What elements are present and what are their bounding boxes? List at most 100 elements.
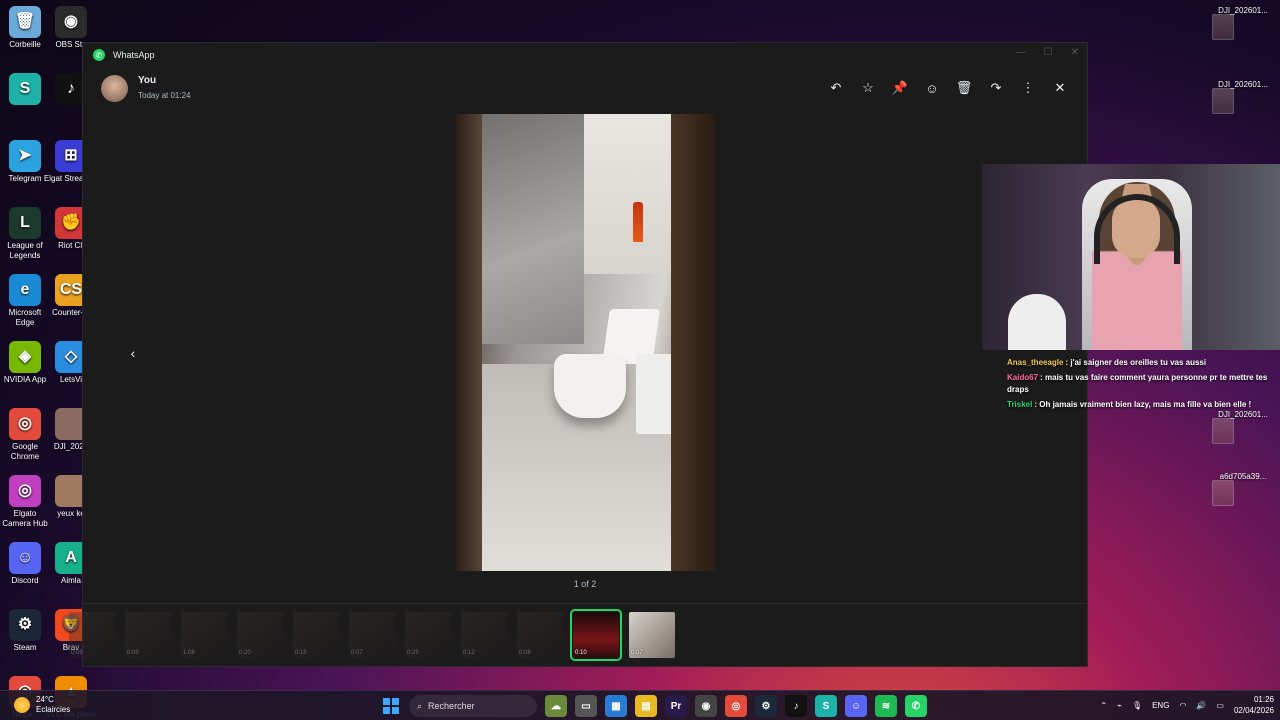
chevron-up-icon[interactable]: ⌃: [1100, 701, 1107, 710]
recycle-bin-icon: 🗑: [9, 6, 41, 38]
webcam-overlay: [982, 164, 1280, 350]
widgets-icon[interactable]: ☁: [545, 695, 567, 717]
reply-icon[interactable]: ↶: [827, 79, 845, 97]
language-indicator[interactable]: ENG: [1152, 701, 1169, 710]
maximize-icon[interactable]: ☐: [1044, 47, 1053, 58]
chat-username: Triskel: [1007, 400, 1033, 409]
media-thumbnail[interactable]: 0:20: [237, 612, 283, 658]
volume-icon[interactable]: 🔊: [1196, 701, 1206, 710]
media-counter: 1 of 2: [573, 579, 597, 589]
media-thumbnail[interactable]: 0:08: [517, 612, 563, 658]
message-timestamp: Today at 01:24: [138, 91, 191, 100]
discord-icon: ☺: [9, 542, 41, 574]
window-title: WhatsApp: [113, 50, 155, 60]
taskbar: 24°C Eclaircies ⌕ Rechercher ☁ ▭ ▦ ▤ Pr ◉ ◎ ⚙ ♪ S…: [0, 690, 1280, 720]
weather-widget[interactable]: 24°C Eclaircies: [14, 695, 70, 715]
microphone-icon[interactable]: 🎙: [1132, 701, 1142, 710]
stream-chat-overlay: Anas_theeagle: j'ai saigner des oreilles…: [1007, 357, 1277, 414]
star-icon[interactable]: ☆: [859, 79, 877, 97]
media-thumbnail[interactable]: 0:09: [69, 612, 115, 658]
taskbar-center: ⌕ Rechercher ☁ ▭ ▦ ▤ Pr ◉ ◎ ⚙ ♪ S ☺ ≋ ✆: [381, 695, 927, 717]
camera-hub-icon: ◎: [9, 475, 41, 507]
steam-icon: ⚙: [9, 609, 41, 641]
thumbnail-duration: 0:12: [463, 650, 475, 656]
thumbnail-duration: 0:07: [351, 650, 363, 656]
thumbnail-duration: 1:08: [183, 650, 195, 656]
forward-icon[interactable]: ↷: [987, 79, 1005, 97]
clock-date: 02/04/2026: [1233, 706, 1274, 715]
thumbnail-duration: 0:09: [71, 650, 83, 656]
chrome-icon[interactable]: ◎: [725, 695, 747, 717]
telegram-icon: ➤: [9, 140, 41, 172]
image-file-icon: [1212, 480, 1234, 506]
league-of-legends-icon: L: [9, 207, 41, 239]
wifi-icon[interactable]: ◠: [1179, 701, 1186, 710]
file-explorer-icon[interactable]: ▤: [635, 695, 657, 717]
media-thumbnail[interactable]: 0:07: [349, 612, 395, 658]
pin-icon[interactable]: 📌: [891, 79, 909, 97]
task-view-icon[interactable]: ▭: [575, 695, 597, 717]
media-thumbnail[interactable]: 0:12: [461, 612, 507, 658]
minimize-icon[interactable]: —: [1016, 47, 1026, 58]
more-icon[interactable]: ⋮: [1019, 79, 1037, 97]
chat-username: Anas_theeagle: [1007, 358, 1064, 367]
emoji-icon[interactable]: ☺: [923, 79, 941, 97]
thumbnail-strip: 0:09 0:09 1:08 0:20 0:15 0:07 0:25 0:12 0:08 0:10…: [69, 603, 1087, 663]
viewer-header: You Today at 01:24 ↶ ☆ 📌 ☺ 🗑 ↷ ⋮ ✕: [83, 71, 1087, 107]
chat-message: Triskel: Oh jamais vraiment bien lazy, m…: [1007, 400, 1252, 409]
obs-icon: ◉: [55, 6, 87, 38]
viewer-toolbar: ↶ ☆ 📌 ☺ 🗑 ↷ ⋮ ✕: [827, 79, 1069, 97]
discord-icon[interactable]: ☺: [845, 695, 867, 717]
thumbnail-duration: 0:08: [519, 650, 531, 656]
media-thumbnail[interactable]: 0:07: [629, 612, 675, 658]
surfshark-icon[interactable]: S: [815, 695, 837, 717]
chrome-icon: ◎: [9, 408, 41, 440]
clock-time: 01:26: [1253, 695, 1274, 704]
close-icon[interactable]: ✕: [1051, 79, 1069, 97]
image-file-icon: [1212, 418, 1234, 444]
chat-message: Kaido67: mais tu vas faire comment yaura…: [1007, 373, 1268, 394]
weather-icon: [14, 697, 30, 713]
chat-message: Anas_theeagle: j'ai saigner des oreilles…: [1007, 358, 1207, 367]
clock[interactable]: 01:26 02/04/2026: [1234, 694, 1274, 716]
window-close-icon[interactable]: ✕: [1071, 47, 1079, 58]
search-box[interactable]: ⌕ Rechercher: [409, 695, 537, 717]
weather-temp: 24°C: [36, 695, 54, 704]
edge-icon: e: [9, 274, 41, 306]
desktop-file-icon[interactable]: a6d705a39...: [1212, 472, 1274, 506]
whatsapp-window: ✆ WhatsApp — ☐ ✕ You Today at 01:24 ↶ ☆ 📌 ☺…: [69, 42, 1088, 667]
network-icon[interactable]: ⌁: [1117, 701, 1122, 710]
media-thumbnail[interactable]: 0:15: [293, 612, 339, 658]
nvidia-icon: ◈: [9, 341, 41, 373]
chat-text: Oh jamais vraiment bien lazy, mais ma fi…: [1039, 400, 1252, 409]
davinci-icon[interactable]: ◉: [695, 695, 717, 717]
thumbnail-duration: 0:25: [407, 650, 419, 656]
window-titlebar[interactable]: ✆ WhatsApp — ☐ ✕: [83, 43, 1087, 67]
chevron-left-icon[interactable]: ‹: [125, 345, 141, 361]
store-icon[interactable]: ▦: [605, 695, 627, 717]
whatsapp-logo-icon: ✆: [93, 49, 105, 61]
start-button[interactable]: [381, 696, 401, 716]
media-thumbnail[interactable]: 0:25: [405, 612, 451, 658]
avatar[interactable]: [101, 75, 128, 102]
premiere-icon[interactable]: Pr: [665, 695, 687, 717]
thumbnail-duration: 0:15: [295, 650, 307, 656]
media-thumbnail[interactable]: 0:09: [125, 612, 171, 658]
spotify-icon[interactable]: ≋: [875, 695, 897, 717]
weather-desc: Eclaircies: [36, 705, 71, 714]
search-placeholder: Rechercher: [428, 701, 475, 711]
steam-icon[interactable]: ⚙: [755, 695, 777, 717]
thumbnail-duration: 0:20: [239, 650, 251, 656]
search-icon: ⌕: [417, 700, 423, 711]
thumbnail-duration: 0:10: [575, 650, 587, 656]
whatsapp-icon[interactable]: ✆: [905, 695, 927, 717]
delete-icon[interactable]: 🗑: [955, 79, 973, 97]
tiktok-icon[interactable]: ♪: [785, 695, 807, 717]
thumbnail-duration: 0:09: [127, 650, 139, 656]
desktop-file-icon[interactable]: DJI_202601...: [1212, 6, 1274, 40]
desktop-file-icon[interactable]: DJI_202601...: [1212, 80, 1274, 114]
media-thumbnail[interactable]: 0:10: [570, 609, 622, 661]
image-file-icon: [1212, 14, 1234, 40]
media-thumbnail[interactable]: 1:08: [181, 612, 227, 658]
battery-icon[interactable]: ▭: [1216, 701, 1224, 710]
